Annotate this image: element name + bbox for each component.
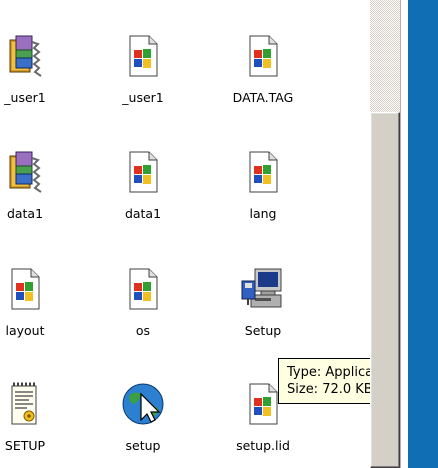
file-item-layout[interactable]: layout (0, 265, 75, 338)
file-label: setup.lid (236, 438, 290, 453)
file-label: setup (125, 438, 161, 453)
windows-file-icon (129, 151, 158, 193)
globe-cursor-icon (122, 383, 164, 425)
file-label: data1 (6, 206, 44, 221)
ini-settings-file-icon (11, 382, 37, 425)
file-label: lang (249, 206, 277, 221)
file-label: layout (5, 323, 45, 338)
file-label: _user1 (122, 90, 164, 105)
file-item-data1-archive[interactable]: data1 (0, 148, 75, 221)
desktop-background (408, 0, 438, 468)
setup-computer-icon (241, 268, 282, 308)
file-label: Setup (244, 323, 282, 338)
file-label: SETUP (4, 438, 46, 453)
file-item-lang[interactable]: lang (213, 148, 313, 221)
windows-file-icon (129, 268, 158, 310)
file-item-user1-archive[interactable]: _user1 (0, 32, 75, 105)
winrar-archive-icon (9, 151, 42, 193)
file-item-setup-globe[interactable]: setup (93, 380, 193, 453)
file-label: _user1 (4, 90, 46, 105)
scrollbar-thumb[interactable] (370, 112, 400, 468)
file-item-data-tag[interactable]: DATA.TAG (213, 32, 313, 105)
file-label: os (135, 323, 151, 338)
file-item-data1[interactable]: data1 (93, 148, 193, 221)
file-item-user1[interactable]: _user1 (93, 32, 193, 105)
file-item-os[interactable]: os (93, 265, 193, 338)
file-item-setup-ini[interactable]: SETUP (0, 380, 75, 453)
winrar-archive-icon (9, 35, 42, 77)
windows-file-icon (249, 151, 278, 193)
windows-file-icon (249, 35, 278, 77)
file-label: DATA.TAG (232, 90, 294, 105)
windows-file-icon (129, 35, 158, 77)
file-label: data1 (124, 206, 162, 221)
vertical-scrollbar[interactable] (370, 0, 400, 468)
windows-file-icon (11, 268, 40, 310)
file-item-setup-exe[interactable]: Setup (213, 265, 313, 338)
